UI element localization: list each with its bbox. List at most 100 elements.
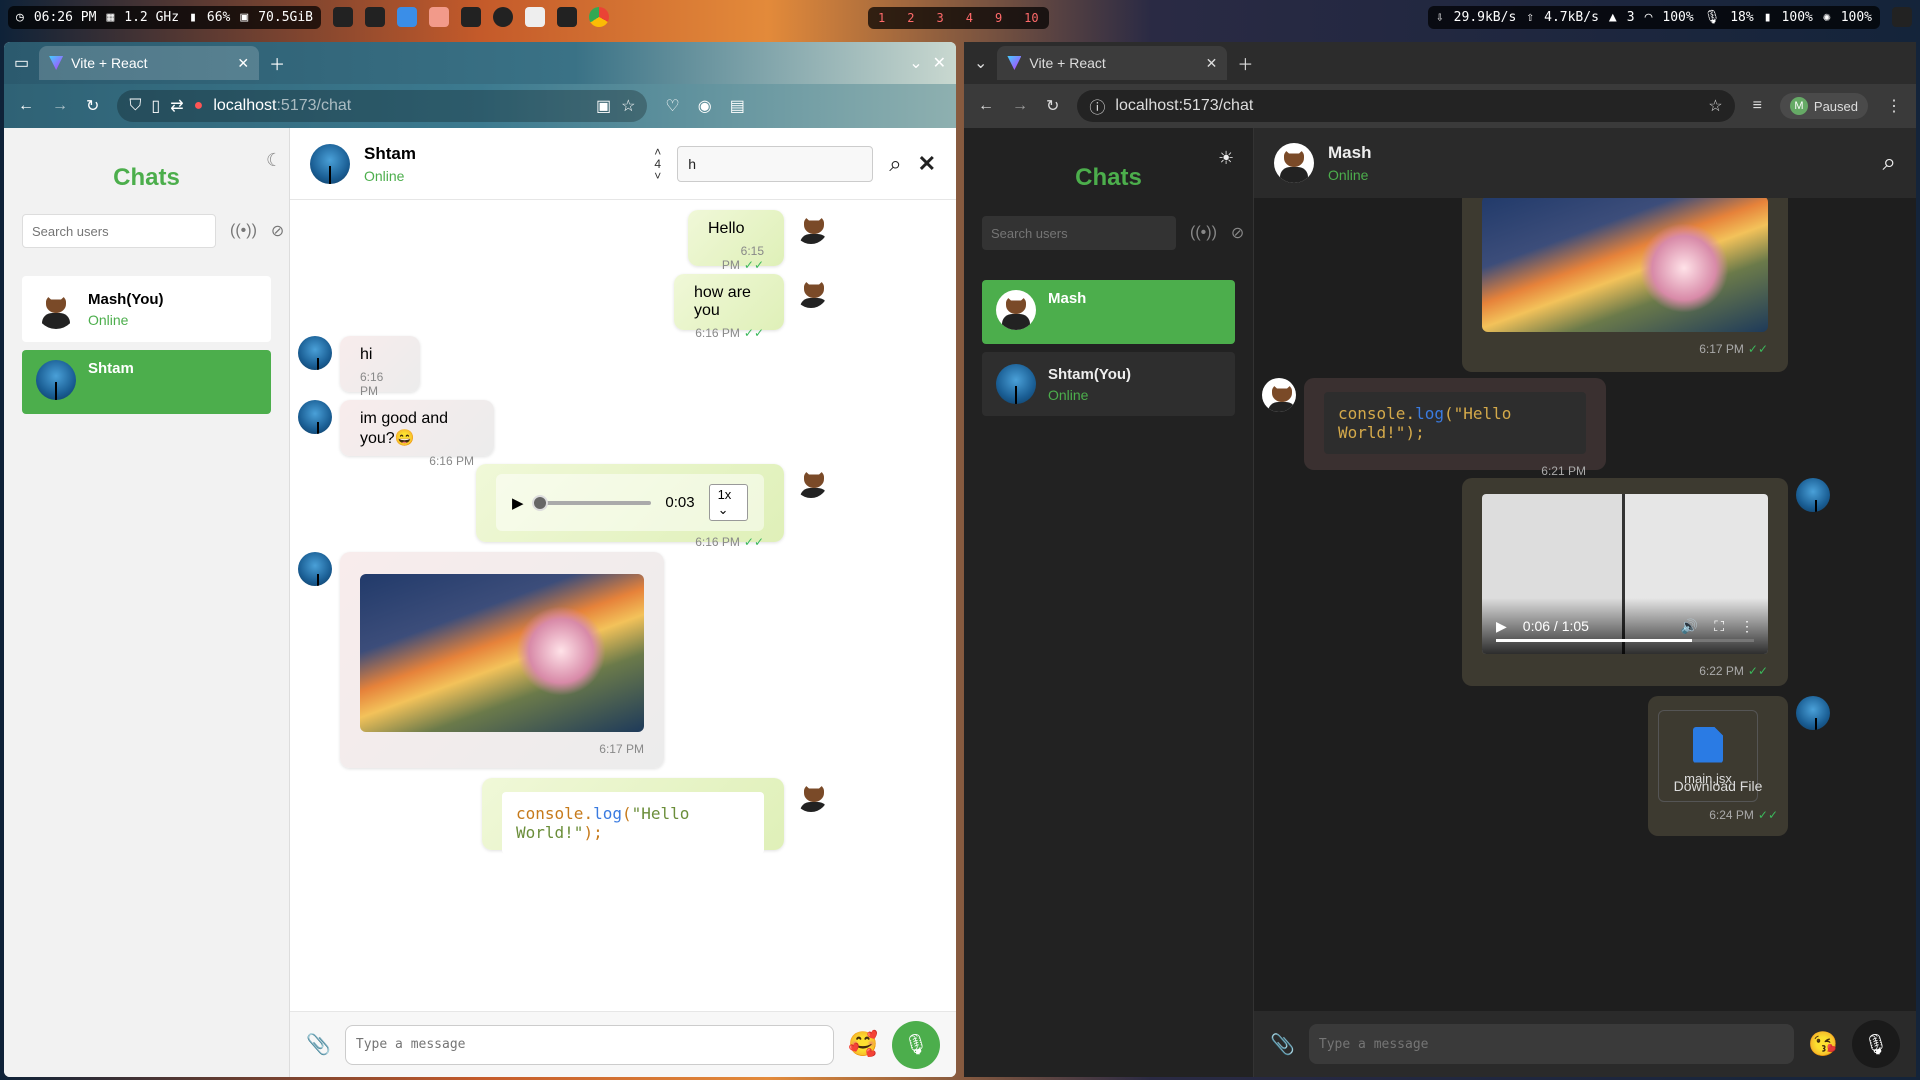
bluetooth-icon[interactable] — [397, 7, 418, 27]
chevron-up-icon[interactable]: ˄ — [654, 146, 661, 158]
sidebar-item-mash[interactable]: Mash — [982, 280, 1235, 344]
seek-knob[interactable] — [531, 494, 548, 511]
mic-level: 18% — [1730, 9, 1754, 25]
back-icon[interactable]: ← — [18, 97, 34, 115]
video-player[interactable]: ▶ 0:06 / 1:05 🔊 ⛶ ⋮ — [1482, 494, 1768, 654]
close-tab-icon[interactable]: ✕ — [1206, 55, 1218, 72]
bookmark-star-icon[interactable]: ☆ — [1708, 96, 1722, 116]
new-tab-icon[interactable]: ＋ — [269, 51, 285, 75]
playback-speed-select[interactable]: 1x ⌄ — [708, 484, 748, 521]
sidebar-item-shtam[interactable]: Shtam — [22, 350, 271, 414]
cat-app-icon-2[interactable] — [365, 7, 386, 27]
url-host: localhost — [213, 97, 277, 114]
new-tab-icon[interactable]: ＋ — [1237, 51, 1253, 75]
extensions-icon[interactable]: ▤ — [730, 96, 745, 116]
attach-icon[interactable]: 📎 — [1270, 1032, 1295, 1057]
eye-off-icon[interactable]: ⊘ — [271, 221, 284, 241]
emoji-icon[interactable]: 😘 — [1808, 1030, 1838, 1059]
workspace-10[interactable]: 10 — [1024, 11, 1038, 25]
close-tab-icon[interactable]: ✕ — [237, 55, 249, 72]
cpu-text: 1.2 GHz — [124, 9, 180, 25]
sidebar-item-shtam[interactable]: Shtam(You) Online — [982, 352, 1235, 416]
mic-button[interactable]: 🎙 — [892, 1020, 940, 1069]
obs-icon[interactable] — [493, 7, 514, 27]
message-input[interactable] — [1308, 1024, 1795, 1064]
play-icon[interactable]: ▶ — [1496, 618, 1507, 635]
app-icon[interactable] — [461, 7, 482, 27]
shared-image[interactable] — [1482, 198, 1768, 332]
tab-bar: ▭ Vite + React ✕ ＋ ⌄ ✕ — [4, 42, 956, 84]
fullscreen-icon[interactable]: ⛶ — [1714, 618, 1724, 635]
video-progress-bar[interactable] — [1496, 639, 1754, 642]
workspace-9[interactable]: 9 — [995, 11, 1002, 25]
broadcast-icon[interactable]: ((•)) — [1190, 224, 1217, 242]
download-icon: ⇩ — [1435, 9, 1444, 25]
message-search-input[interactable] — [677, 145, 874, 182]
search-icon[interactable]: ⌕ — [889, 151, 901, 177]
forward-icon[interactable]: → — [52, 97, 68, 115]
url-text: localhost:5173/chat — [1115, 97, 1254, 114]
code-dot: . — [583, 804, 594, 823]
message-outgoing-file: main.jsx Download File 6:24 PM ✓✓ — [1648, 696, 1788, 836]
mic-button[interactable]: 🎙 — [1852, 1020, 1900, 1068]
cat-app-icon[interactable] — [333, 7, 354, 27]
search-icon[interactable]: ⌕ — [1883, 149, 1896, 177]
broadcast-icon[interactable]: ((•)) — [230, 222, 257, 240]
chat-app: ☀ Chats ((•)) ⊘ Mash Shtam(You) Online — [964, 128, 1916, 1077]
download-file-link[interactable]: Download File — [1658, 778, 1778, 794]
clock-text: 06:26 PM — [33, 9, 97, 25]
volume-icon[interactable]: 🔊 — [1681, 618, 1698, 635]
reload-icon[interactable]: ↻ — [86, 96, 99, 116]
menu-icon[interactable]: ⋮ — [1886, 96, 1902, 116]
eye-off-icon[interactable]: ⊘ — [1231, 223, 1244, 243]
message-time: 6:16 PM — [695, 326, 740, 340]
workspace-4[interactable]: 4 — [966, 11, 973, 25]
back-icon[interactable]: ← — [978, 97, 994, 115]
profile-button[interactable]: M Paused — [1779, 93, 1868, 119]
media-controls-icon[interactable]: ≡ — [1753, 97, 1762, 115]
moon-icon[interactable]: ☾ — [266, 150, 282, 171]
pocket-icon[interactable]: ♡ — [665, 96, 679, 116]
profile-icon[interactable]: ◉ — [698, 96, 712, 116]
chevron-down-icon[interactable]: ˅ — [654, 170, 661, 182]
sidebar: ☀ Chats ((•)) ⊘ Mash Shtam(You) Online — [964, 128, 1254, 1077]
search-users-input[interactable] — [982, 216, 1176, 250]
forward-icon[interactable]: → — [1012, 97, 1028, 115]
message-time: 6:22 PM — [1699, 664, 1744, 678]
tab-list-icon[interactable]: ⌄ — [974, 53, 987, 73]
screen-share-icon[interactable]: ▣ — [596, 96, 611, 116]
chevron-down-icon[interactable]: ⌄ — [909, 53, 922, 73]
search-users-input[interactable] — [22, 214, 216, 248]
more-options-icon[interactable]: ⋮ — [1740, 618, 1754, 635]
tab-overview-icon[interactable]: ▭ — [14, 53, 29, 73]
sidebar-item-mash[interactable]: Mash(You) Online — [22, 276, 271, 342]
message-outgoing-video: ▶ 0:06 / 1:05 🔊 ⛶ ⋮ 6:22 PM ✓✓ — [1462, 478, 1788, 686]
sun-icon[interactable]: ☀ — [1218, 148, 1234, 169]
workspace-1[interactable]: 1 — [878, 11, 885, 25]
cat-app-icon-3[interactable] — [557, 7, 578, 27]
brightness-level: 100% — [1840, 9, 1872, 25]
code-function: log — [593, 804, 622, 823]
bookmark-star-icon[interactable]: ☆ — [621, 96, 635, 116]
workspace-2[interactable]: 2 — [907, 11, 914, 25]
play-icon[interactable]: ▶ — [512, 494, 524, 512]
code-close-paren: ); — [1405, 423, 1425, 442]
workspace-3[interactable]: 3 — [936, 11, 943, 25]
shared-image[interactable] — [360, 574, 644, 732]
address-bar[interactable]: ⛉ ▯ ⇄ ● localhost:5173/chat ▣ ☆ — [117, 90, 648, 122]
tray-icon[interactable] — [1892, 7, 1912, 27]
browser-tab[interactable]: Vite + React ✕ — [997, 46, 1228, 80]
sender-avatar — [298, 552, 332, 586]
address-bar[interactable]: ⓘ localhost:5173/chat ☆ — [1077, 90, 1735, 122]
browser-tab[interactable]: Vite + React ✕ — [39, 46, 260, 80]
chrome-icon[interactable] — [589, 7, 610, 27]
audio-seek-bar[interactable] — [531, 494, 652, 511]
reload-icon[interactable]: ↻ — [1046, 96, 1059, 116]
message-input[interactable] — [344, 1024, 835, 1065]
close-search-icon[interactable]: ✕ — [918, 151, 936, 177]
firefox-icon[interactable] — [429, 7, 450, 27]
attach-icon[interactable]: 📎 — [306, 1032, 331, 1057]
emoji-icon[interactable]: 🥰 — [848, 1030, 878, 1059]
editor-icon[interactable] — [525, 7, 546, 27]
window-close-icon[interactable]: ✕ — [933, 53, 946, 73]
